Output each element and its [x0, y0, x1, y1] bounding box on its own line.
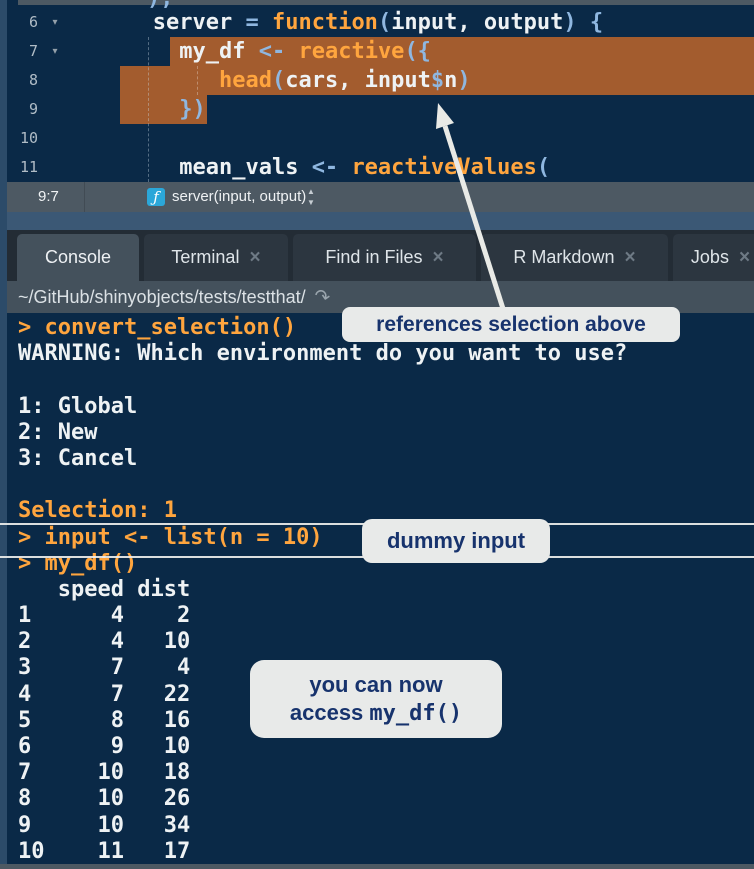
code-text: my_df <- reactive({: [113, 37, 431, 66]
statusbar-divider: [84, 182, 85, 212]
line-number: 11: [7, 153, 38, 182]
code-text: }): [113, 95, 206, 124]
line-number: 10: [7, 124, 38, 153]
tab-label: R Markdown: [513, 247, 614, 268]
tab-close-icon[interactable]: ×: [432, 247, 443, 269]
code-text: server = function(input, output) {: [113, 8, 603, 37]
console-line: 2: New: [18, 420, 754, 446]
tab-label: Find in Files: [325, 247, 422, 268]
console-output-area[interactable]: > convert_selection()WARNING: Which envi…: [7, 313, 754, 864]
callout-access-line2: access my_df(): [250, 700, 502, 726]
pane-separator[interactable]: [7, 212, 754, 230]
function-icon: ƒ: [147, 188, 165, 206]
tab-console[interactable]: Console: [17, 234, 139, 281]
code-text: mean_vals <- reactiveValues(: [113, 153, 550, 182]
tab-terminal[interactable]: Terminal ×: [144, 234, 288, 281]
fold-chevron-icon[interactable]: ▾: [47, 8, 63, 37]
arrow-down-icon: ▼: [307, 197, 315, 208]
tab-close-icon[interactable]: ×: [249, 247, 260, 269]
console-line: 9 10 34: [18, 813, 754, 839]
callout-access-mydf: you can now access my_df(): [250, 660, 502, 738]
console-line: [18, 367, 754, 393]
callout-access-line1: you can now: [250, 672, 502, 698]
tab-label: Terminal: [171, 247, 239, 268]
editor-toolbar-edge: [18, 0, 754, 5]
goto-directory-arrow-icon[interactable]: ↷: [311, 281, 332, 315]
console-line: WARNING: Which environment do you want t…: [18, 341, 754, 367]
rstudio-window: ), 6▾ server = function(input, output) {…: [0, 0, 754, 869]
code-line-7[interactable]: 7 ▾ my_df <- reactive({: [7, 37, 754, 66]
line-number: 6: [7, 8, 38, 37]
console-line: 2 4 10: [18, 629, 754, 655]
function-scope-selector[interactable]: server(input, output): [172, 182, 306, 212]
working-directory-path: ~/GitHub/shinyobjects/tests/testthat/↷: [18, 281, 330, 314]
window-bottom-edge: [0, 864, 754, 869]
code-lines[interactable]: 6 ▾ server = function(input, output) {7 ▾ …: [7, 8, 754, 182]
callout-access-prefix: access: [290, 700, 370, 725]
line-number: 8: [7, 66, 38, 95]
console-line: 7 10 18: [18, 760, 754, 786]
console-line: 1 4 2: [18, 603, 754, 629]
code-line-11[interactable]: 11 mean_vals <- reactiveValues(: [7, 153, 754, 182]
code-text: head(cars, input$n): [113, 66, 471, 95]
cursor-position: 9:7: [38, 182, 59, 212]
editor-status-bar: 9:7 ƒ server(input, output) ▲ ▼: [7, 182, 754, 212]
arrow-up-icon: ▲: [307, 186, 315, 197]
callout-access-code: my_df(): [369, 701, 462, 726]
code-line-8[interactable]: 8 head(cars, input$n): [7, 66, 754, 95]
tab-jobs[interactable]: Jobs ×: [673, 234, 754, 281]
callout-references-selection: references selection above: [342, 307, 680, 342]
fold-chevron-icon[interactable]: ▾: [47, 37, 63, 66]
console-line: speed dist: [18, 577, 754, 603]
line-number: 7: [7, 37, 38, 66]
tab-close-icon[interactable]: ×: [739, 247, 750, 269]
console-line: 3: Cancel: [18, 446, 754, 472]
code-line-9[interactable]: 9 }): [7, 95, 754, 124]
tab-label: Jobs: [691, 247, 729, 268]
path-label: ~/GitHub/shinyobjects/tests/testthat/: [18, 287, 306, 307]
code-line-10[interactable]: 10: [7, 124, 754, 153]
code-line-6[interactable]: 6 ▾ server = function(input, output) {: [7, 8, 754, 37]
tab-find-in-files[interactable]: Find in Files ×: [293, 234, 476, 281]
tab-label: Console: [45, 247, 111, 268]
source-editor-pane[interactable]: ), 6▾ server = function(input, output) {…: [0, 0, 754, 212]
tab-r-markdown[interactable]: R Markdown ×: [481, 234, 668, 281]
console-line: 1: Global: [18, 394, 754, 420]
tab-close-icon[interactable]: ×: [624, 247, 635, 269]
console-line: 8 10 26: [18, 786, 754, 812]
callout-dummy-input: dummy input: [362, 519, 550, 563]
console-line: [18, 472, 754, 498]
scope-dropdown-arrows-icon[interactable]: ▲ ▼: [307, 186, 315, 208]
line-number: 9: [7, 95, 38, 124]
console-tab-bar: ConsoleTerminal×Find in Files×R Markdown…: [7, 230, 754, 281]
console-line: 10 11 17: [18, 839, 754, 865]
